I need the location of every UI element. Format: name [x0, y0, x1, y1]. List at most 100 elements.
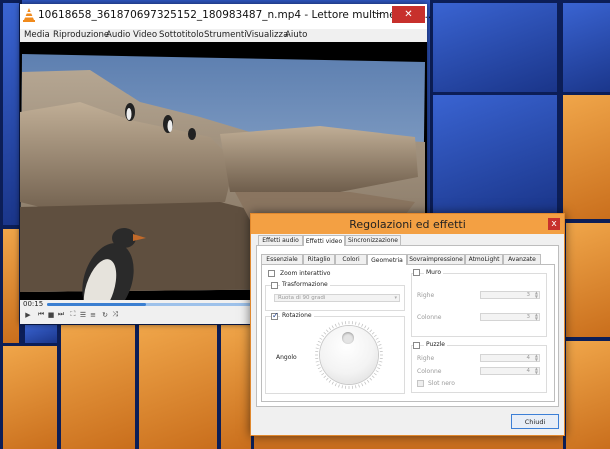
- minimize-button[interactable]: ─: [366, 6, 391, 23]
- dial-tick: [321, 334, 325, 338]
- vlc-menubar: Media Riproduzione Audio Video Sottotito…: [20, 29, 427, 42]
- dial-tick: [378, 364, 382, 366]
- rotation-label: Rotazione: [280, 312, 314, 319]
- tab-atmolight[interactable]: AtmoLight: [465, 254, 503, 264]
- stepper-arrows-icon: ▲ ▼: [534, 366, 538, 375]
- rows-value: 3: [526, 292, 531, 298]
- dial-tick: [319, 337, 323, 340]
- puzzle-rows-label: Righe: [417, 355, 435, 362]
- rows-stepper[interactable]: 3 ▲ ▼: [480, 291, 540, 299]
- previous-icon[interactable]: ⏮: [37, 310, 45, 319]
- tab-ritaglio[interactable]: Ritaglio: [303, 254, 335, 264]
- dial-tick: [364, 381, 367, 385]
- wall-checkbox[interactable]: [413, 269, 420, 276]
- dial-tick: [316, 364, 320, 366]
- dial-tick: [373, 372, 377, 376]
- menu-visualizza[interactable]: Visualizza: [246, 30, 288, 40]
- rows-label: Righe: [417, 292, 435, 299]
- wallpaper-tile: [560, 92, 610, 222]
- wallpaper-tile: [563, 220, 610, 340]
- close-button[interactable]: Chiudi: [511, 414, 559, 429]
- dial-tick: [375, 370, 379, 373]
- dial-knob[interactable]: [342, 332, 354, 344]
- dial-tick: [321, 372, 325, 376]
- menu-riproduzione[interactable]: Riproduzione: [53, 30, 109, 40]
- dial-tick: [361, 323, 364, 327]
- dial-tick: [378, 344, 382, 346]
- stepper-arrows-icon: ▲ ▼: [534, 290, 538, 299]
- menu-strumenti[interactable]: Strumenti: [204, 30, 247, 40]
- puzzle-cols-stepper[interactable]: 4 ▲ ▼: [480, 367, 540, 375]
- puzzle-checkbox[interactable]: [413, 342, 420, 349]
- tab-sovraimpressione[interactable]: Sovraimpressione: [407, 254, 465, 264]
- zoom-checkbox[interactable]: [268, 270, 275, 277]
- dial-tick: [316, 344, 320, 346]
- stop-icon[interactable]: ■: [47, 310, 55, 319]
- transform-select[interactable]: Ruota di 90 gradi ▾: [274, 294, 400, 302]
- cols-label: Colonne: [417, 314, 442, 321]
- dial-tick: [334, 323, 337, 327]
- wallpaper-tile: [0, 343, 60, 449]
- puzzle-label: Puzzle: [424, 341, 447, 348]
- tab-colori[interactable]: Colori: [335, 254, 367, 264]
- zoom-label: Zoom interattivo: [280, 270, 331, 277]
- seek-bar-fill: [47, 303, 146, 306]
- wallpaper-tile: [58, 322, 138, 449]
- angle-dial[interactable]: [320, 326, 378, 384]
- angle-label: Angolo: [276, 354, 297, 361]
- vlc-cone-icon: [23, 8, 35, 22]
- dial-tick: [355, 321, 357, 325]
- dialog-close-icon[interactable]: x: [548, 218, 560, 230]
- dial-tick: [379, 361, 383, 363]
- dial-tick: [377, 340, 381, 343]
- dial-tick: [331, 381, 334, 385]
- chevron-down-icon: ▾: [394, 295, 397, 301]
- tab-essenziale[interactable]: Essenziale: [261, 254, 303, 264]
- transform-select-value: Ruota di 90 gradi: [278, 295, 326, 301]
- wallpaper-tile: [563, 338, 610, 449]
- dial-tick: [317, 367, 321, 370]
- dial-tick: [358, 322, 360, 326]
- menu-video[interactable]: Video: [133, 30, 157, 40]
- cols-stepper[interactable]: 3 ▲ ▼: [480, 313, 540, 321]
- dial-tick: [371, 331, 375, 335]
- playlist-icon[interactable]: ☰: [79, 310, 87, 319]
- vlc-close-button[interactable]: ✕: [392, 6, 425, 23]
- vlc-titlebar[interactable]: 10618658_361870697325152_180983487_n.mp4…: [20, 4, 431, 29]
- next-icon[interactable]: ⏭: [57, 310, 65, 319]
- dial-tick: [364, 325, 367, 329]
- dial-tick: [315, 347, 319, 349]
- wall-group: Muro: [411, 269, 547, 337]
- dial-tick: [341, 321, 343, 325]
- dial-tick: [319, 370, 323, 373]
- stepper-arrows-icon: ▲ ▼: [534, 353, 538, 362]
- tab-effetti-audio[interactable]: Effetti audio: [258, 235, 303, 245]
- menu-aiuto[interactable]: Aiuto: [285, 30, 307, 40]
- transform-checkbox[interactable]: [271, 282, 278, 289]
- random-icon[interactable]: ⤨: [111, 310, 119, 319]
- dial-tick: [325, 329, 329, 333]
- fullscreen-icon[interactable]: ⛶: [69, 310, 77, 319]
- tab-avanzate[interactable]: Avanzate: [503, 254, 541, 264]
- black-slot-checkbox[interactable]: [417, 380, 424, 387]
- play-icon[interactable]: ▶: [24, 310, 32, 319]
- rotation-checkbox[interactable]: [271, 311, 279, 320]
- dial-tick: [328, 327, 332, 331]
- loop-icon[interactable]: ↻: [101, 310, 109, 319]
- puzzle-rows-stepper[interactable]: 4 ▲ ▼: [480, 354, 540, 362]
- dial-tick: [323, 331, 327, 335]
- menu-sottotitolo[interactable]: Sottotitolo: [159, 30, 204, 40]
- menu-audio[interactable]: Audio: [106, 30, 130, 40]
- tab-sincronizzazione[interactable]: Sincronizzazione: [345, 235, 401, 245]
- dial-tick: [369, 377, 373, 381]
- tab-geometria[interactable]: Geometria: [367, 254, 407, 265]
- tab-effetti-video[interactable]: Effetti video: [303, 235, 345, 246]
- extended-settings-icon[interactable]: ≡: [89, 310, 97, 319]
- dial-tick: [341, 385, 343, 389]
- wallpaper-tile: [430, 92, 560, 217]
- dial-tick: [325, 377, 329, 381]
- puzzle-cols-label: Colonne: [417, 368, 442, 375]
- dial-tick: [338, 322, 340, 326]
- dial-tick: [377, 367, 381, 370]
- menu-media[interactable]: Media: [24, 30, 50, 40]
